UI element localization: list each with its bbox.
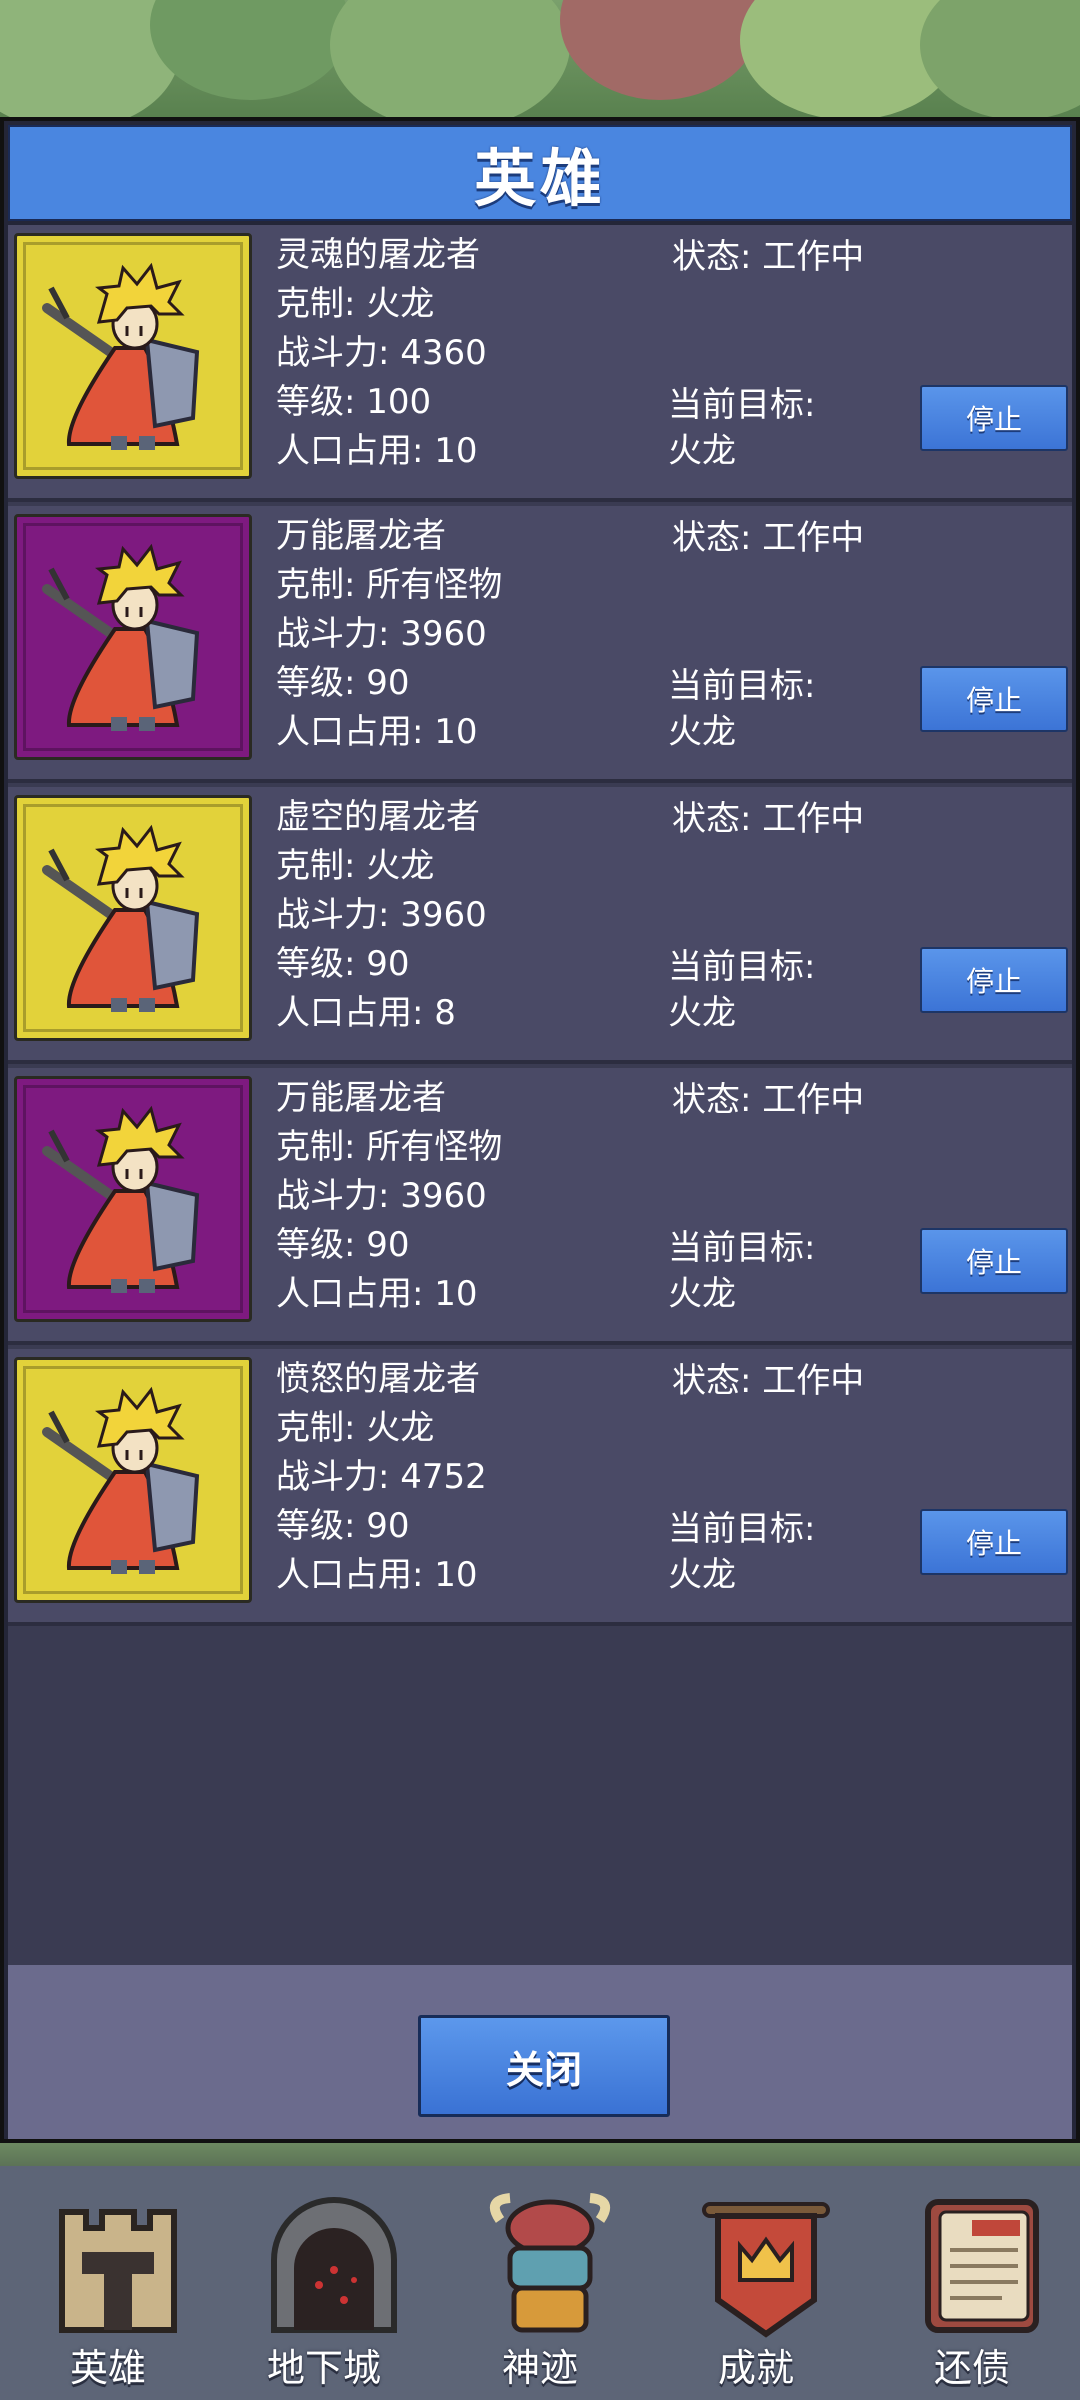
nav-heroes[interactable]: 英雄: [8, 2166, 208, 2400]
hero-power: 战斗力: 3960: [276, 614, 487, 654]
current-target-value: 火龙: [668, 712, 736, 752]
hero-list[interactable]: 灵魂的屠龙者 克制: 火龙 战斗力: 4360 等级: 100 人口占用: 10…: [8, 225, 1072, 1965]
nav-dungeon[interactable]: 地下城: [224, 2166, 424, 2400]
hero-info: 灵魂的屠龙者 克制: 火龙 战斗力: 4360 等级: 100 人口占用: 10: [276, 231, 487, 476]
hero-status: 状态: 工作中: [672, 237, 865, 277]
hero-name: 虚空的屠龙者: [276, 797, 480, 837]
hero-level: 等级: 90: [276, 1225, 410, 1265]
hero-portrait[interactable]: [14, 1076, 252, 1322]
hero-population: 人口占用: 10: [276, 1555, 478, 1595]
stop-button[interactable]: 停止: [920, 666, 1068, 732]
hero-level: 等级: 100: [276, 382, 432, 422]
hero-avatar-icon: [42, 543, 200, 731]
hero-portrait[interactable]: [14, 795, 252, 1041]
hero-population: 人口占用: 10: [276, 712, 478, 752]
hero-avatar-icon: [42, 262, 200, 450]
hero-row: 万能屠龙者 克制: 所有怪物 战斗力: 3960 等级: 90 人口占用: 10…: [8, 506, 1072, 783]
forest-background: [0, 0, 1080, 120]
totem-icon: [489, 2193, 611, 2333]
hero-level: 等级: 90: [276, 944, 410, 984]
hero-level: 等级: 90: [276, 663, 410, 703]
hero-row: 万能屠龙者 克制: 所有怪物 战斗力: 3960 等级: 90 人口占用: 10…: [8, 1068, 1072, 1345]
nav-debt[interactable]: 还债: [872, 2166, 1072, 2400]
nav-label-miracles: 神迹: [501, 2346, 578, 2390]
current-target-label: 当前目标:: [668, 666, 816, 706]
close-button[interactable]: 关闭: [418, 2015, 670, 2117]
hero-name: 灵魂的屠龙者: [276, 235, 480, 275]
hero-info: 万能屠龙者 克制: 所有怪物 战斗力: 3960 等级: 90 人口占用: 10: [276, 1074, 502, 1319]
nav-label-debt: 还债: [933, 2346, 1010, 2390]
heroes-dialog: 英雄 灵魂的屠龙者 克制: 火龙 战斗力: 4360 等级: 100 人口占用:…: [0, 117, 1080, 2143]
hero-row: 愤怒的屠龙者 克制: 火龙 战斗力: 4752 等级: 90 人口占用: 10 …: [8, 1349, 1072, 1626]
hero-row: 灵魂的屠龙者 克制: 火龙 战斗力: 4360 等级: 100 人口占用: 10…: [8, 225, 1072, 502]
stop-button[interactable]: 停止: [920, 1509, 1068, 1575]
stop-button[interactable]: 停止: [920, 385, 1068, 451]
hero-power: 战斗力: 4752: [276, 1457, 487, 1497]
hero-counter: 克制: 火龙: [276, 284, 435, 324]
current-target-label: 当前目标:: [668, 1228, 816, 1268]
current-target-value: 火龙: [668, 1274, 736, 1314]
dialog-footer: 关闭: [8, 1965, 1072, 2139]
hero-name: 万能屠龙者: [276, 1078, 446, 1118]
hero-population: 人口占用: 10: [276, 431, 478, 471]
hero-status: 状态: 工作中: [672, 799, 865, 839]
hero-portrait[interactable]: [14, 233, 252, 479]
hero-info: 愤怒的屠龙者 克制: 火龙 战斗力: 4752 等级: 90 人口占用: 10: [276, 1355, 487, 1600]
hero-counter: 克制: 火龙: [276, 1408, 435, 1448]
hero-population: 人口占用: 10: [276, 1274, 478, 1314]
ledger-book-icon: [925, 2199, 1039, 2333]
nav-label-achievements: 成就: [717, 2346, 794, 2390]
current-target-value: 火龙: [668, 993, 736, 1033]
hero-name: 万能屠龙者: [276, 516, 446, 556]
castle-tower-icon: [59, 2209, 177, 2333]
stop-button[interactable]: 停止: [920, 1228, 1068, 1294]
hero-avatar-icon: [42, 1105, 200, 1293]
current-target-value: 火龙: [668, 1555, 736, 1595]
hero-status: 状态: 工作中: [672, 1361, 865, 1401]
dialog-header: 英雄: [8, 125, 1072, 221]
hero-row: 虚空的屠龙者 克制: 火龙 战斗力: 3960 等级: 90 人口占用: 8 状…: [8, 787, 1072, 1064]
hero-population: 人口占用: 8: [276, 993, 456, 1033]
hero-power: 战斗力: 3960: [276, 1176, 487, 1216]
hero-counter: 克制: 所有怪物: [276, 565, 503, 605]
nav-label-heroes: 英雄: [69, 2346, 146, 2390]
hero-name: 愤怒的屠龙者: [276, 1359, 480, 1399]
hero-status: 状态: 工作中: [672, 1080, 865, 1120]
nav-label-dungeon: 地下城: [266, 2346, 381, 2390]
hero-power: 战斗力: 3960: [276, 895, 487, 935]
hero-avatar-icon: [42, 1386, 200, 1574]
bottom-nav: 英雄 地下城 神迹 成就 还债: [0, 2166, 1080, 2400]
hero-counter: 克制: 所有怪物: [276, 1127, 503, 1167]
dialog-title: 英雄: [473, 142, 606, 215]
current-target-label: 当前目标:: [668, 947, 816, 987]
hero-info: 虚空的屠龙者 克制: 火龙 战斗力: 3960 等级: 90 人口占用: 8: [276, 793, 487, 1038]
dungeon-gate-icon: [271, 2197, 397, 2333]
hero-status: 状态: 工作中: [672, 518, 865, 558]
hero-portrait[interactable]: [14, 1357, 252, 1603]
current-target-value: 火龙: [668, 431, 736, 471]
current-target-label: 当前目标:: [668, 1509, 816, 1549]
nav-miracles[interactable]: 神迹: [440, 2166, 640, 2400]
hero-portrait[interactable]: [14, 514, 252, 760]
hero-counter: 克制: 火龙: [276, 846, 435, 886]
hero-power: 战斗力: 4360: [276, 333, 487, 373]
nav-achievements[interactable]: 成就: [656, 2166, 856, 2400]
hero-info: 万能屠龙者 克制: 所有怪物 战斗力: 3960 等级: 90 人口占用: 10: [276, 512, 502, 757]
current-target-label: 当前目标:: [668, 385, 816, 425]
hero-level: 等级: 90: [276, 1506, 410, 1546]
hero-avatar-icon: [42, 824, 200, 1012]
stop-button[interactable]: 停止: [920, 947, 1068, 1013]
banner-crown-icon: [702, 2202, 830, 2338]
